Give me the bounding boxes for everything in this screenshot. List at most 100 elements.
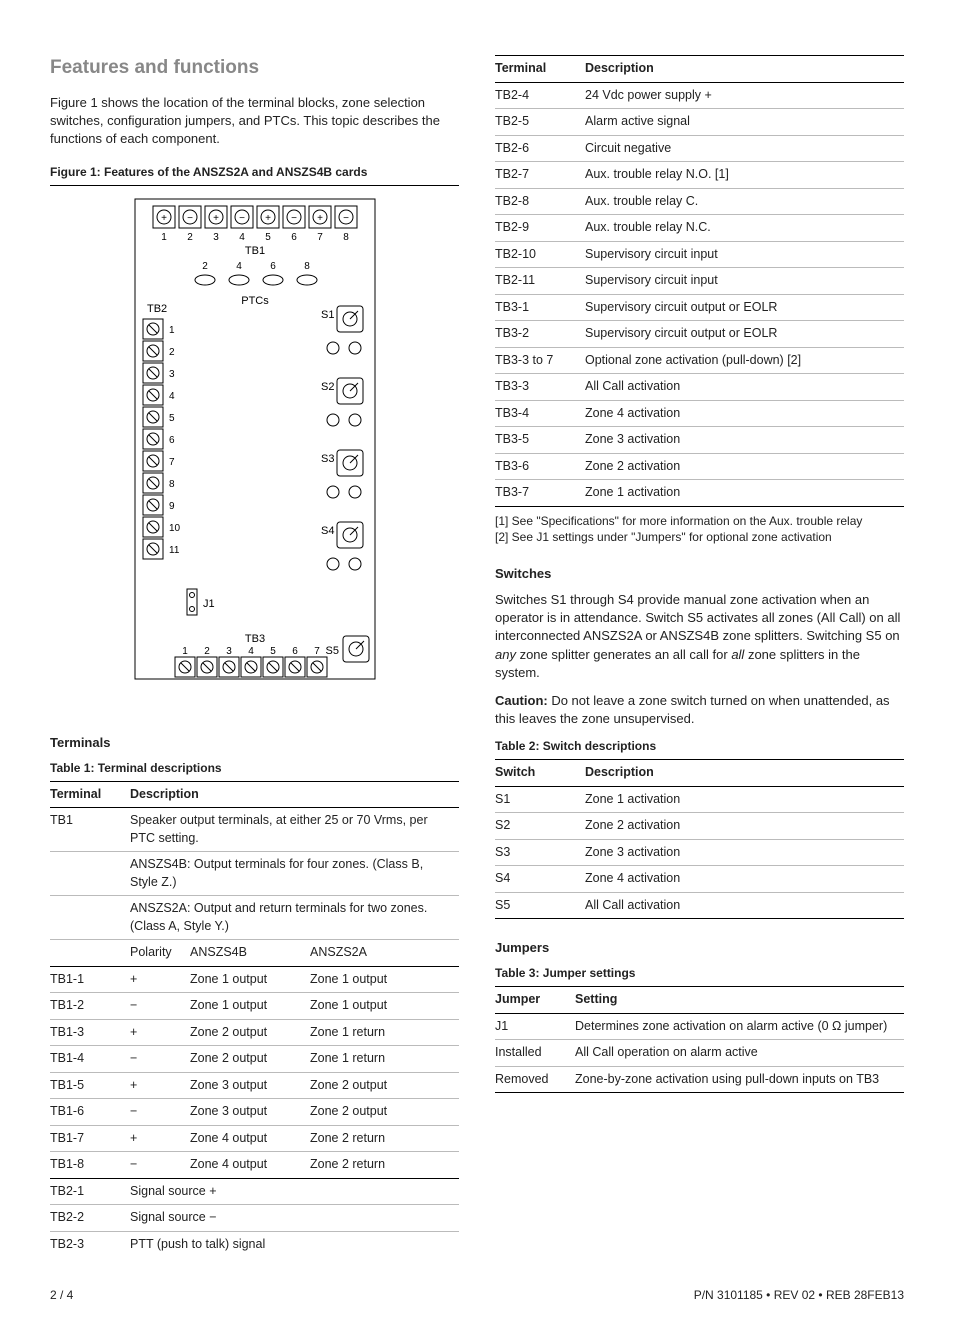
table-row: TB3-3 to 7Optional zone activation (pull…	[495, 347, 904, 374]
svg-text:9: 9	[169, 501, 175, 512]
svg-text:S3: S3	[321, 453, 334, 465]
svg-text:7: 7	[317, 232, 323, 243]
svg-text:−: −	[343, 213, 349, 224]
table-row: TB3-5Zone 3 activation	[495, 427, 904, 454]
fig-s5-label: S5	[325, 645, 338, 657]
svg-text:2: 2	[169, 347, 175, 358]
svg-text:2: 2	[202, 261, 208, 272]
svg-text:4: 4	[239, 232, 245, 243]
table-row: TB1-6−Zone 3 outputZone 2 output	[50, 1099, 459, 1126]
table1: Terminal Description TB1 Speaker output …	[50, 781, 459, 1258]
table-row: TB3-3All Call activation	[495, 374, 904, 401]
fig-tb3-label: TB3	[244, 633, 264, 645]
svg-text:6: 6	[291, 232, 297, 243]
svg-text:5: 5	[270, 646, 276, 657]
svg-text:5: 5	[169, 413, 175, 424]
table-row: TB2-424 Vdc power supply +	[495, 82, 904, 109]
svg-text:S4: S4	[321, 525, 334, 537]
svg-text:11: 11	[169, 545, 180, 556]
terminals-heading: Terminals	[50, 734, 459, 752]
table1-subhead-2a: ANSZS2A	[310, 940, 459, 967]
table-row: S5All Call activation	[495, 892, 904, 919]
table3-head-setting: Setting	[575, 987, 904, 1014]
table1-subhead-4b: ANSZS4B	[190, 940, 310, 967]
svg-text:+: +	[317, 213, 323, 224]
svg-text:6: 6	[270, 261, 276, 272]
table1-note2: [2] See J1 settings under "Jumpers" for …	[495, 529, 904, 545]
svg-text:10: 10	[169, 523, 181, 534]
svg-text:8: 8	[343, 232, 349, 243]
svg-text:S2: S2	[321, 381, 334, 393]
table1c-head-description: Description	[585, 56, 904, 83]
table-row: RemovedZone-by-zone activation using pul…	[495, 1066, 904, 1093]
jumpers-heading: Jumpers	[495, 939, 904, 957]
table-row: TB3-2Supervisory circuit output or EOLR	[495, 321, 904, 348]
table-row: InstalledAll Call operation on alarm act…	[495, 1040, 904, 1067]
svg-text:2: 2	[187, 232, 193, 243]
table-row: TB2-9Aux. trouble relay N.C.	[495, 215, 904, 242]
table-row: TB2-8Aux. trouble relay C.	[495, 188, 904, 215]
table-row: TB1-7+Zone 4 outputZone 2 return	[50, 1125, 459, 1152]
footer-page: 2 / 4	[50, 1287, 73, 1304]
table-row: TB2-11Supervisory circuit input	[495, 268, 904, 295]
table-row: TB2-1Signal source +	[50, 1178, 459, 1205]
table-row: TB3-7Zone 1 activation	[495, 480, 904, 507]
svg-text:S1: S1	[321, 309, 334, 321]
figure1-diagram: +1−2+3−4+5−6+7−8 TB1 2468 PTCs TB2 12345…	[50, 194, 459, 714]
table-row: TB3-1Supervisory circuit output or EOLR	[495, 294, 904, 321]
table-row: S1Zone 1 activation	[495, 786, 904, 813]
table-row: S4Zone 4 activation	[495, 866, 904, 893]
svg-text:3: 3	[169, 369, 175, 380]
table-row: TB3-4Zone 4 activation	[495, 400, 904, 427]
figure1-caption: Figure 1: Features of the ANSZS2A and AN…	[50, 164, 459, 186]
table1c-head-terminal: Terminal	[495, 56, 585, 83]
svg-text:+: +	[213, 213, 219, 224]
table1-head-description: Description	[130, 781, 459, 808]
switches-caution: Caution: Do not leave a zone switch turn…	[495, 692, 904, 728]
table-row: TB2-3PTT (push to talk) signal	[50, 1231, 459, 1257]
table1-tb1-label: TB1	[50, 808, 130, 852]
switches-heading: Switches	[495, 565, 904, 583]
footer-partno: P/N 3101185 • REV 02 • REB 28FEB13	[694, 1287, 904, 1304]
svg-text:3: 3	[213, 232, 219, 243]
table1-tb1-desc2: ANSZS4B: Output terminals for four zones…	[130, 852, 459, 896]
table1-tb1-desc3: ANSZS2A: Output and return terminals for…	[130, 896, 459, 940]
svg-text:8: 8	[304, 261, 310, 272]
svg-text:7: 7	[169, 457, 175, 468]
fig-ptcs-label: PTCs	[241, 295, 269, 307]
table1-tb1-desc1: Speaker output terminals, at either 25 o…	[130, 808, 459, 852]
fig-tb1-label: TB1	[244, 245, 264, 257]
svg-text:2: 2	[204, 646, 210, 657]
svg-text:+: +	[161, 213, 167, 224]
table1-caption: Table 1: Terminal descriptions	[50, 760, 459, 777]
table2-head-switch: Switch	[495, 760, 585, 787]
svg-text:7: 7	[314, 646, 320, 657]
svg-text:−: −	[187, 213, 193, 224]
table-row: TB1-3+Zone 2 outputZone 1 return	[50, 1019, 459, 1046]
svg-text:1: 1	[169, 325, 175, 336]
intro-text: Figure 1 shows the location of the termi…	[50, 94, 459, 149]
svg-text:8: 8	[169, 479, 175, 490]
table3-head-jumper: Jumper	[495, 987, 575, 1014]
table-row: TB3-6Zone 2 activation	[495, 453, 904, 480]
svg-text:5: 5	[265, 232, 271, 243]
table-row: TB1-8−Zone 4 outputZone 2 return	[50, 1152, 459, 1179]
table-row: TB2-6Circuit negative	[495, 135, 904, 162]
svg-text:1: 1	[182, 646, 188, 657]
svg-text:3: 3	[226, 646, 232, 657]
table1-subhead-polarity: Polarity	[130, 940, 190, 967]
table-row: J1Determines zone activation on alarm ac…	[495, 1013, 904, 1040]
svg-text:1: 1	[161, 232, 167, 243]
table2-caption: Table 2: Switch descriptions	[495, 738, 904, 755]
table3-caption: Table 3: Jumper settings	[495, 965, 904, 982]
table-row: TB2-10Supervisory circuit input	[495, 241, 904, 268]
switches-para1: Switches S1 through S4 provide manual zo…	[495, 591, 904, 682]
table3: Jumper Setting J1Determines zone activat…	[495, 986, 904, 1093]
table2: Switch Description S1Zone 1 activationS2…	[495, 759, 904, 919]
table-row: TB1-5+Zone 3 outputZone 2 output	[50, 1072, 459, 1099]
table-row: TB1-2−Zone 1 outputZone 1 output	[50, 993, 459, 1020]
svg-text:−: −	[239, 213, 245, 224]
table1-head-terminal: Terminal	[50, 781, 130, 808]
table-row: S3Zone 3 activation	[495, 839, 904, 866]
svg-text:4: 4	[248, 646, 254, 657]
